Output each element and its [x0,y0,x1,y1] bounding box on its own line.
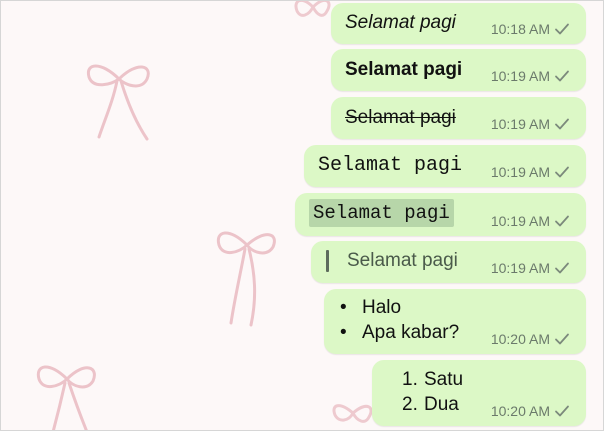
single-check-icon [555,405,569,417]
numbered-list: 1. Satu 2. Dua [402,367,463,417]
bow-ribbon-icon [216,231,276,327]
bullet-marker: • [340,322,347,343]
message-timestamp: 10:18 AM [490,21,550,37]
list-item: • Halo [340,295,459,320]
message-code-text: Selamat pagi [309,199,454,227]
single-check-icon [555,166,569,178]
single-check-icon [555,333,569,345]
bow-ribbon-icon [332,404,373,423]
single-check-icon [555,70,569,82]
number-marker: 2. [402,394,418,415]
message-timestamp: 10:19 AM [490,164,550,180]
message-timestamp: 10:19 AM [490,68,550,84]
message-meta: 10:18 AM [491,21,570,37]
message-timestamp: 10:19 AM [490,260,550,276]
message-text: Selamat pagi [318,154,463,177]
single-check-icon [555,215,569,227]
number-marker: 1. [402,369,418,390]
message-text: Selamat pagi [345,59,463,80]
message-bubble-numbered-list[interactable]: 1. Satu 2. Dua 10:20 AM [372,360,586,426]
message-timestamp: 10:20 AM [490,331,550,347]
quote-text: Selamat pagi [347,250,458,271]
list-item-text: Dua [424,394,459,415]
bow-ribbon-icon [294,1,331,17]
message-meta: 10:19 AM [491,260,570,276]
list-item-text: Apa kabar? [362,322,460,343]
message-bubble-bold[interactable]: Selamat pagi 10:19 AM [331,49,586,91]
chat-background: Selamat pagi 10:18 AM Selamat pagi 10:19… [0,0,604,431]
bulleted-list: • Halo • Apa kabar? [340,295,459,345]
message-timestamp: 10:19 AM [490,116,550,132]
message-meta: 10:19 AM [491,213,570,229]
message-text: Selamat pagi [345,12,456,33]
quote-bar [326,250,329,272]
message-meta: 10:20 AM [491,403,570,419]
bullet-marker: • [340,297,347,318]
message-bubble-italic[interactable]: Selamat pagi 10:18 AM [331,3,586,44]
message-bubble-quote[interactable]: Selamat pagi 10:19 AM [311,241,586,283]
list-item: 2. Dua [402,392,463,417]
message-meta: 10:20 AM [491,331,570,347]
message-timestamp: 10:19 AM [490,213,550,229]
list-item-text: Satu [424,369,464,390]
message-meta: 10:19 AM [491,116,570,132]
list-item: 1. Satu [402,367,463,392]
message-bubble-inline-code[interactable]: Selamat pagi 10:19 AM [295,193,586,236]
list-item: • Apa kabar? [340,320,459,345]
single-check-icon [555,262,569,274]
bow-ribbon-icon [86,64,150,141]
list-item-text: Halo [362,297,402,318]
message-bubble-monospace[interactable]: Selamat pagi 10:19 AM [304,145,586,187]
message-bubble-strikethrough[interactable]: Selamat pagi 10:19 AM [331,97,586,139]
single-check-icon [555,23,569,35]
single-check-icon [555,118,569,130]
bow-ribbon-icon [36,365,96,430]
message-text: Selamat pagi [345,107,456,128]
message-meta: 10:19 AM [491,164,570,180]
message-bubble-bulleted-list[interactable]: • Halo • Apa kabar? 10:20 AM [324,289,586,354]
message-timestamp: 10:20 AM [490,403,550,419]
message-meta: 10:19 AM [491,68,570,84]
